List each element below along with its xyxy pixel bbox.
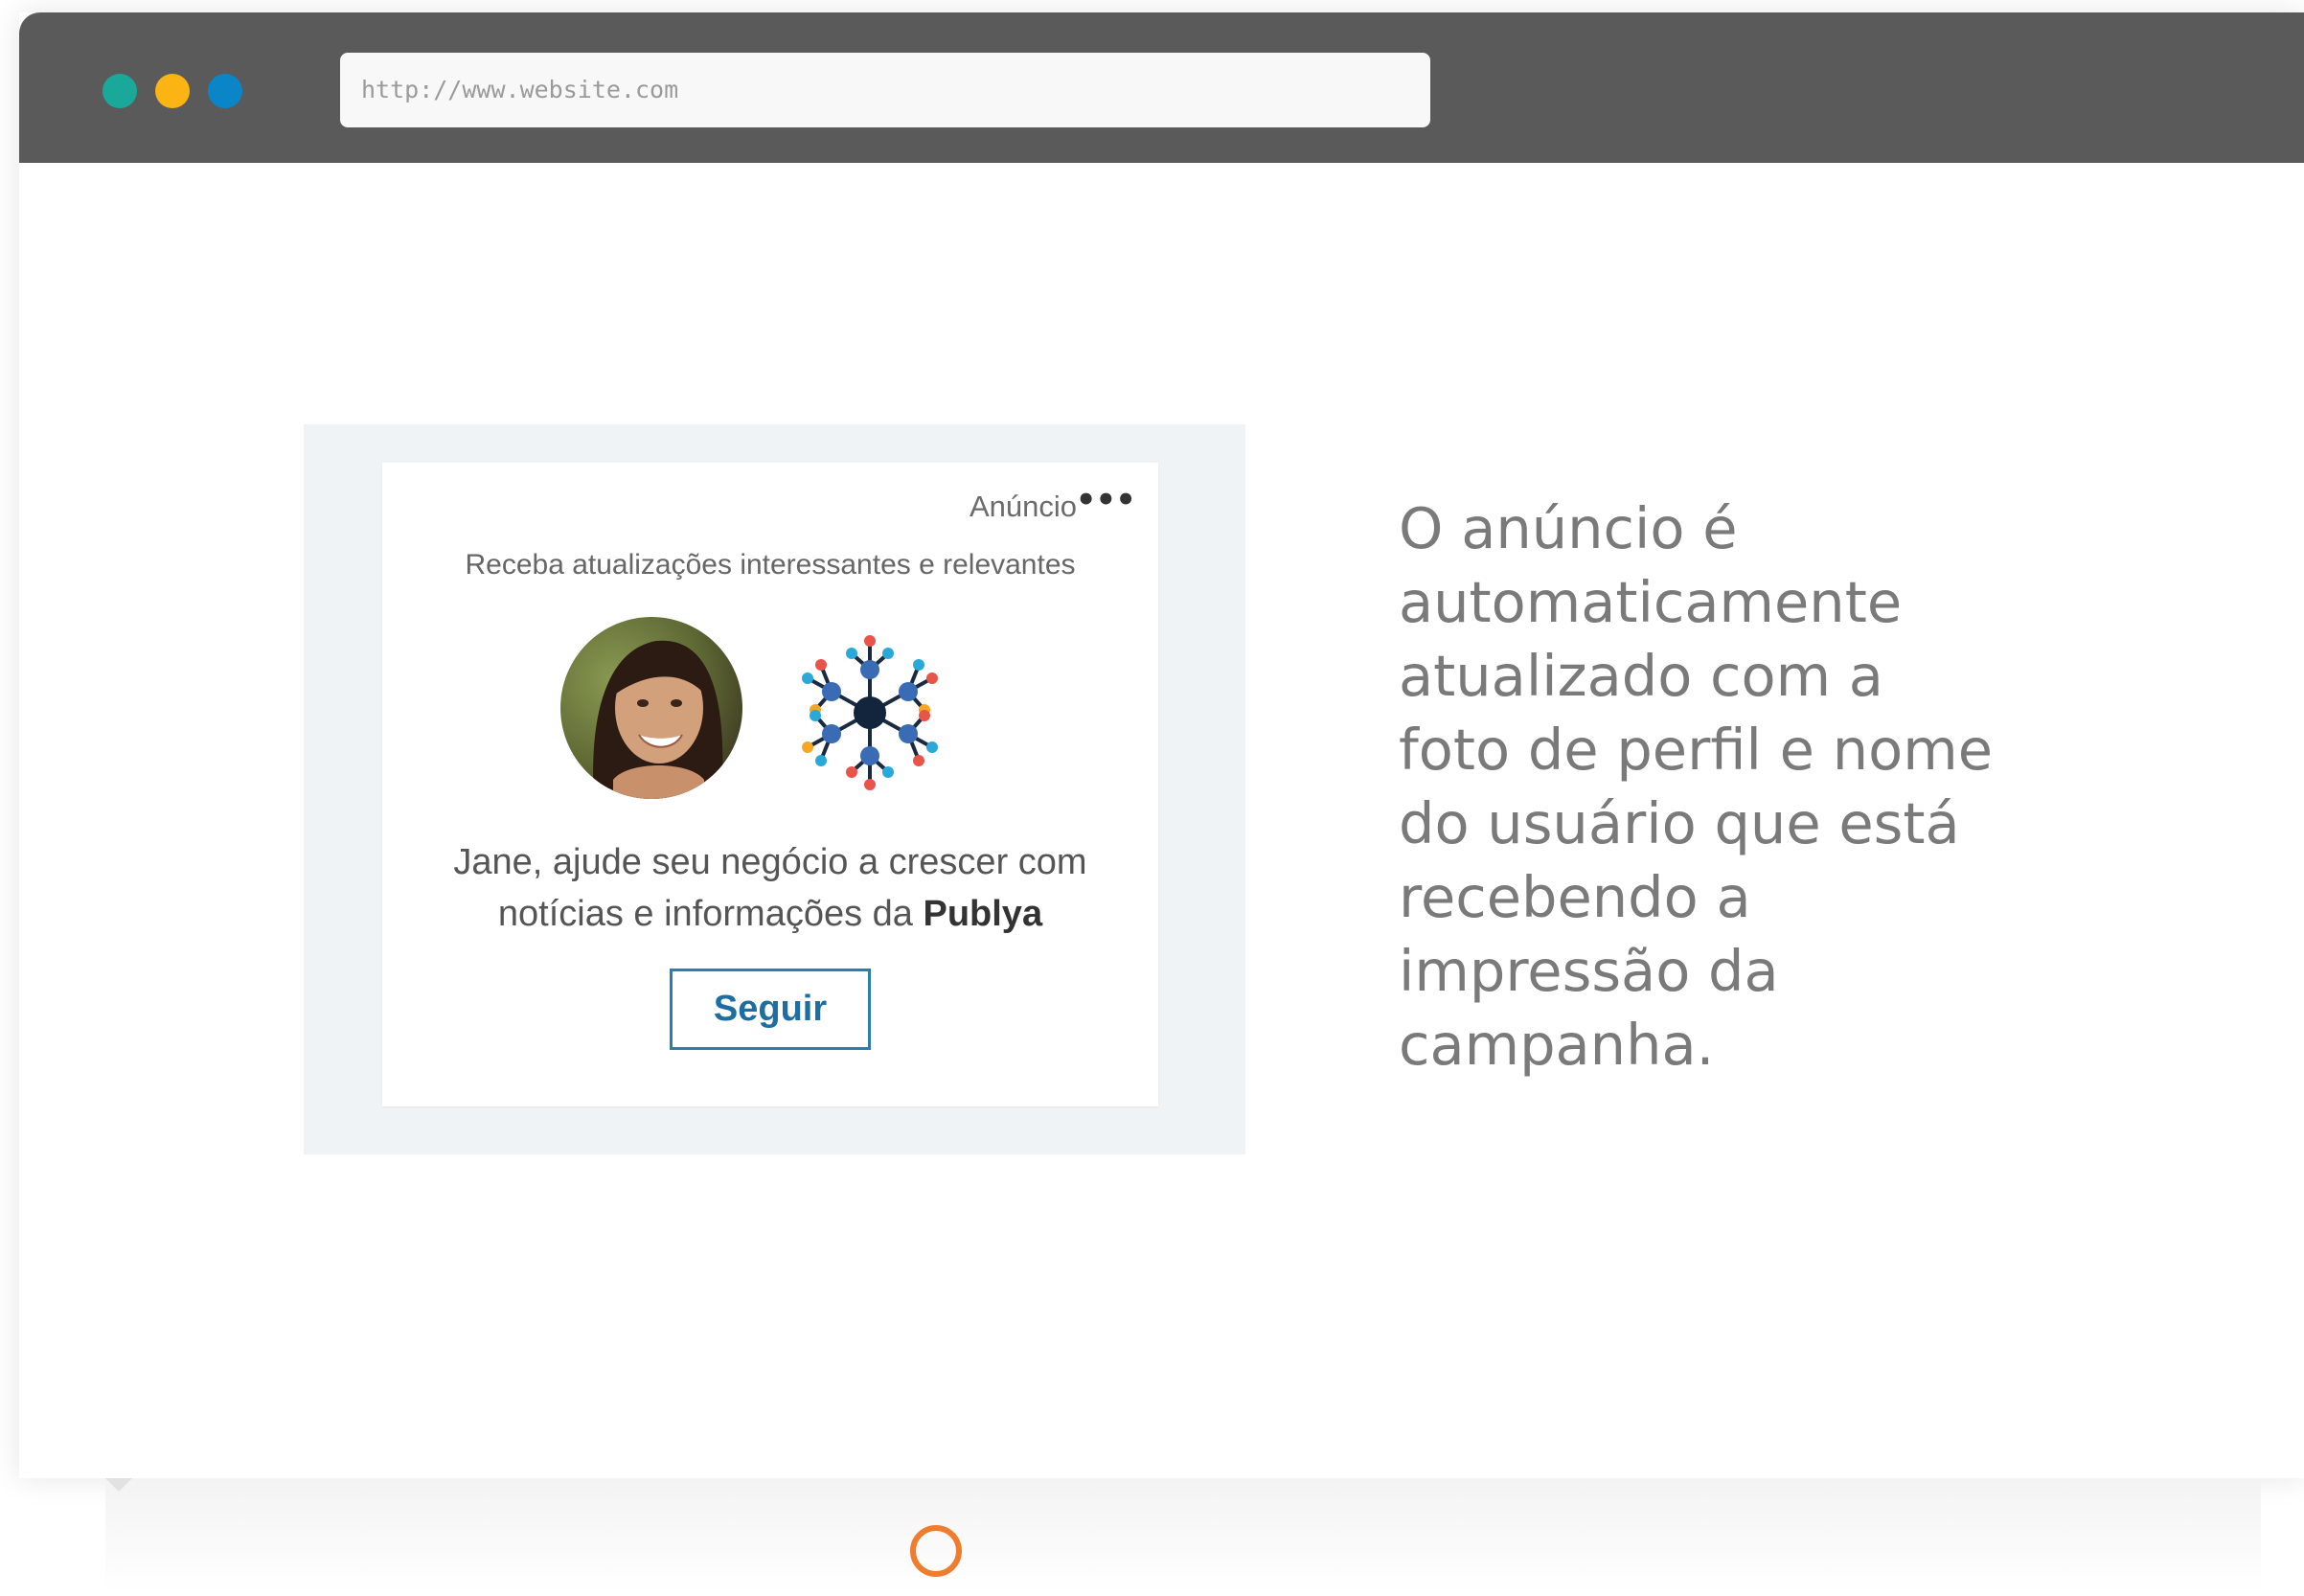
window-dot-teal[interactable] bbox=[103, 74, 137, 108]
description-text: O anúncio é automaticamente atualizado c… bbox=[1399, 495, 1993, 1078]
ad-label: Anúncio bbox=[969, 490, 1077, 523]
profile-photo-avatar bbox=[560, 617, 742, 799]
window-dot-yellow[interactable] bbox=[155, 74, 190, 108]
browser-window: http://www.website.com Anúncio ••• Receb… bbox=[19, 12, 2304, 1478]
follow-button[interactable]: Seguir bbox=[670, 969, 871, 1050]
ad-headline: Receba atualizações interessantes e rele… bbox=[465, 549, 1076, 581]
address-bar[interactable]: http://www.website.com bbox=[340, 53, 1430, 127]
ad-preview-panel: Anúncio ••• Receba atualizações interess… bbox=[304, 424, 1245, 1154]
browser-titlebar: http://www.website.com bbox=[19, 12, 2304, 163]
ad-card: Anúncio ••• Receba atualizações interess… bbox=[382, 463, 1158, 1106]
bottom-shadow-strip bbox=[105, 1478, 2261, 1593]
ad-company-name: Publya bbox=[923, 894, 1043, 934]
ad-body-text: Jane, ajude seu negócio a crescer com no… bbox=[411, 836, 1129, 940]
more-options-icon[interactable]: ••• bbox=[1076, 484, 1136, 516]
company-network-logo bbox=[779, 622, 961, 804]
orange-ring-icon[interactable] bbox=[910, 1525, 962, 1577]
window-dot-blue[interactable] bbox=[208, 74, 242, 108]
caret-down-icon bbox=[105, 1478, 132, 1492]
